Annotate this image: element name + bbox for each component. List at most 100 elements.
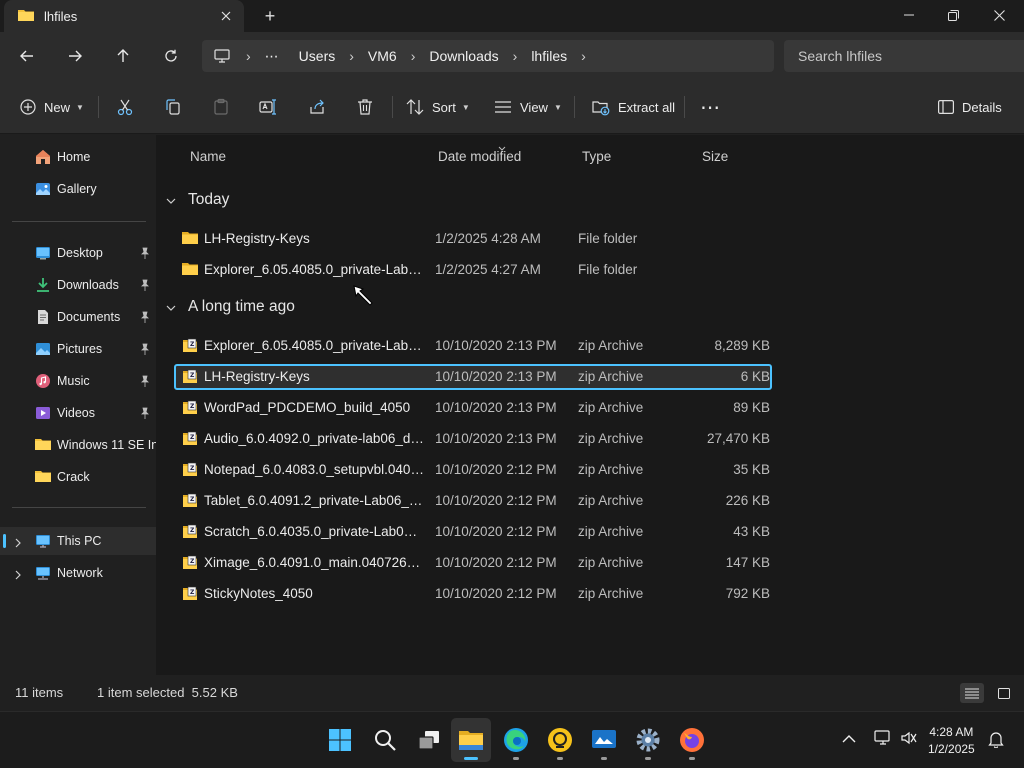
search-input[interactable] [798,48,998,64]
group-header-today[interactable]: Today [166,187,229,213]
search-box[interactable] [784,40,1024,72]
settings-taskbar-button[interactable] [628,718,668,762]
cut-button[interactable] [116,92,134,122]
sidebar-item-label: Downloads [57,278,119,292]
file-date: 10/10/2020 2:13 PM [435,431,557,446]
list-item[interactable]: Explorer_6.05.4085.0_private-Lab06_dev.0… [174,257,772,283]
column-header-type[interactable]: Type [582,149,611,164]
sidebar-item-windows-11-se[interactable]: Windows 11 SE Ins [0,431,164,459]
chevron-right-icon[interactable] [14,568,22,583]
minimize-button[interactable] [886,0,932,30]
new-tab-button[interactable]: + [258,6,282,26]
chevron-right-icon[interactable]: › [407,48,420,64]
extract-all-button[interactable]: Extract all [592,92,675,122]
sidebar-item-downloads[interactable]: Downloads [0,271,156,299]
copy-button[interactable] [164,92,182,122]
breadcrumb-more[interactable]: ⋯ [255,48,289,65]
pin-icon[interactable] [140,375,150,390]
rename-button[interactable] [259,92,277,122]
sidebar-item-home[interactable]: Home [0,143,156,171]
sidebar-item-music[interactable]: Music [0,367,156,395]
file-type: zip Archive [578,586,644,601]
running-indicator [689,757,695,760]
refresh-button[interactable] [157,42,185,70]
file-type: zip Archive [578,555,644,570]
close-tab-icon[interactable] [216,6,236,26]
column-header-name[interactable]: Name [190,149,226,164]
address-bar[interactable]: › ⋯ Users › VM6 › Downloads › lhfiles › [202,40,774,72]
sidebar-item-desktop[interactable]: Desktop [0,239,156,267]
column-header-size[interactable]: Size [702,149,728,164]
list-item[interactable]: Z WordPad_PDCDEMO_build_4050 10/10/2020 … [174,395,772,421]
system-clock[interactable]: 4:28 AM 1/2/2025 [928,724,975,758]
breadcrumb-downloads[interactable]: Downloads [419,48,508,64]
sticky-app-taskbar-button[interactable] [540,718,580,762]
sidebar-item-pictures[interactable]: Pictures [0,335,156,363]
list-item[interactable]: Z Explorer_6.05.4085.0_private-Lab06_dev… [174,333,772,359]
close-window-button[interactable] [976,0,1022,30]
view-label: View [520,99,548,115]
list-item[interactable]: Z Audio_6.0.4092.0_private-lab06_dev.040… [174,426,772,452]
chevron-right-icon[interactable]: › [577,48,590,64]
volume-tray-icon[interactable] [900,730,918,749]
up-button[interactable] [109,42,137,70]
pin-icon[interactable] [140,279,150,294]
task-view-button[interactable] [409,718,449,762]
maximize-button[interactable] [930,0,976,30]
sidebar-item-this-pc[interactable]: This PC [0,527,156,555]
monitor-app-taskbar-button[interactable] [584,718,624,762]
svg-text:Z: Z [190,341,195,348]
breadcrumb-lhfiles[interactable]: lhfiles [521,48,577,64]
list-item[interactable]: Z Notepad_6.0.4083.0_setupvbl.040826-143… [174,457,772,483]
show-hidden-icons-button[interactable] [842,732,856,747]
sort-button[interactable]: Sort ▼ [406,92,470,122]
sidebar-item-crack[interactable]: Crack [0,463,156,491]
chevron-right-icon[interactable]: › [345,48,358,64]
sidebar-item-network[interactable]: Network [0,559,156,587]
firefox-taskbar-button[interactable] [672,718,712,762]
chevron-right-icon[interactable]: › [509,48,522,64]
network-tray-icon[interactable] [874,730,892,749]
tiles-view-toggle[interactable] [994,683,1014,703]
list-item[interactable]: Z Tablet_6.0.4091.2_private-Lab06_dev.04… [174,488,772,514]
file-explorer-taskbar-button[interactable] [451,718,491,762]
forward-button[interactable] [61,42,89,70]
breadcrumb-vm6[interactable]: VM6 [358,48,407,64]
group-header-long-ago[interactable]: A long time ago [166,294,295,320]
new-button[interactable]: New ▼ [20,92,84,122]
edge-taskbar-button[interactable] [496,718,536,762]
column-header-date[interactable]: Date modified [438,149,521,164]
list-item[interactable]: Z StickyNotes_4050 10/10/2020 2:12 PM zi… [174,581,772,607]
pin-icon[interactable] [140,407,150,422]
file-type: zip Archive [578,369,644,384]
more-options-button[interactable]: ⋯ [700,92,721,122]
search-taskbar-button[interactable] [365,718,405,762]
breadcrumb-users[interactable]: Users [289,48,346,64]
window-tab[interactable]: lhfiles [4,0,244,32]
list-item[interactable]: LH-Registry-Keys 1/2/2025 4:28 AM File f… [174,226,772,252]
view-button[interactable]: View ▼ [494,92,562,122]
delete-button[interactable] [356,92,374,122]
start-button[interactable] [320,718,360,762]
sidebar-item-label: Desktop [57,246,103,260]
chevron-right-icon[interactable] [14,536,22,551]
list-item[interactable]: Z Ximage_6.0.4091.0_main.040726-1520 10/… [174,550,772,576]
details-view-toggle[interactable] [960,683,984,703]
pin-icon[interactable] [140,247,150,262]
paste-button[interactable] [212,92,230,122]
back-button[interactable] [13,42,41,70]
pin-icon[interactable] [140,343,150,358]
sidebar-item-videos[interactable]: Videos [0,399,156,427]
sidebar-item-documents[interactable]: Documents [0,303,156,331]
pin-icon[interactable] [140,311,150,326]
share-button[interactable] [308,92,326,122]
notification-bell-icon[interactable] [988,730,1004,751]
extract-icon [592,101,610,116]
list-item-selected[interactable]: Z LH-Registry-Keys 10/10/2020 2:13 PM zi… [174,364,772,390]
details-button[interactable]: Details [938,92,1002,122]
sidebar-item-gallery[interactable]: Gallery [0,175,156,203]
svg-text:Z: Z [190,403,195,410]
gallery-icon [35,181,51,200]
file-type: zip Archive [578,338,644,353]
list-item[interactable]: Z Scratch_6.0.4035.0_private-Lab06_dev.0… [174,519,772,545]
